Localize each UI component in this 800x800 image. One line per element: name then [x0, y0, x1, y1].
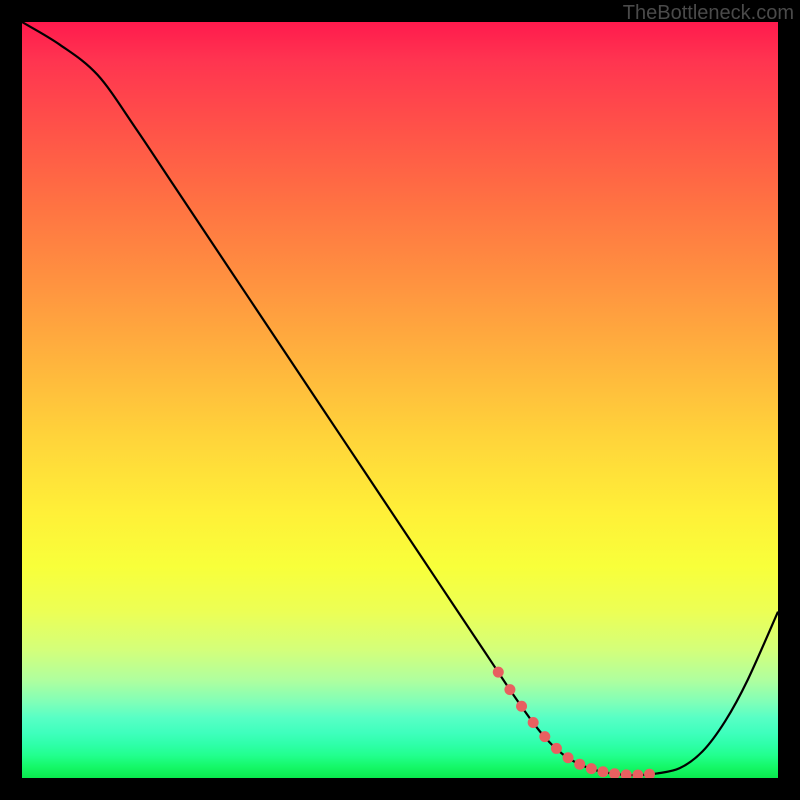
optimal-dot [644, 769, 655, 778]
optimal-dot [539, 731, 550, 742]
optimal-dot [586, 763, 597, 774]
optimal-dot [609, 768, 620, 778]
watermark-text: TheBottleneck.com [623, 2, 794, 25]
chart-svg [22, 22, 778, 778]
optimal-dot [597, 766, 608, 777]
optimal-dot [551, 743, 562, 754]
plot-area [22, 22, 778, 778]
optimal-dot [563, 752, 574, 763]
bottleneck-curve [22, 22, 778, 775]
optimal-dot [621, 769, 632, 778]
optimal-dot [528, 717, 539, 728]
optimal-dot [493, 667, 504, 678]
optimal-dot [574, 759, 585, 770]
optimal-dot [504, 684, 515, 695]
optimal-dot [516, 701, 527, 712]
optimal-dot [632, 769, 643, 778]
